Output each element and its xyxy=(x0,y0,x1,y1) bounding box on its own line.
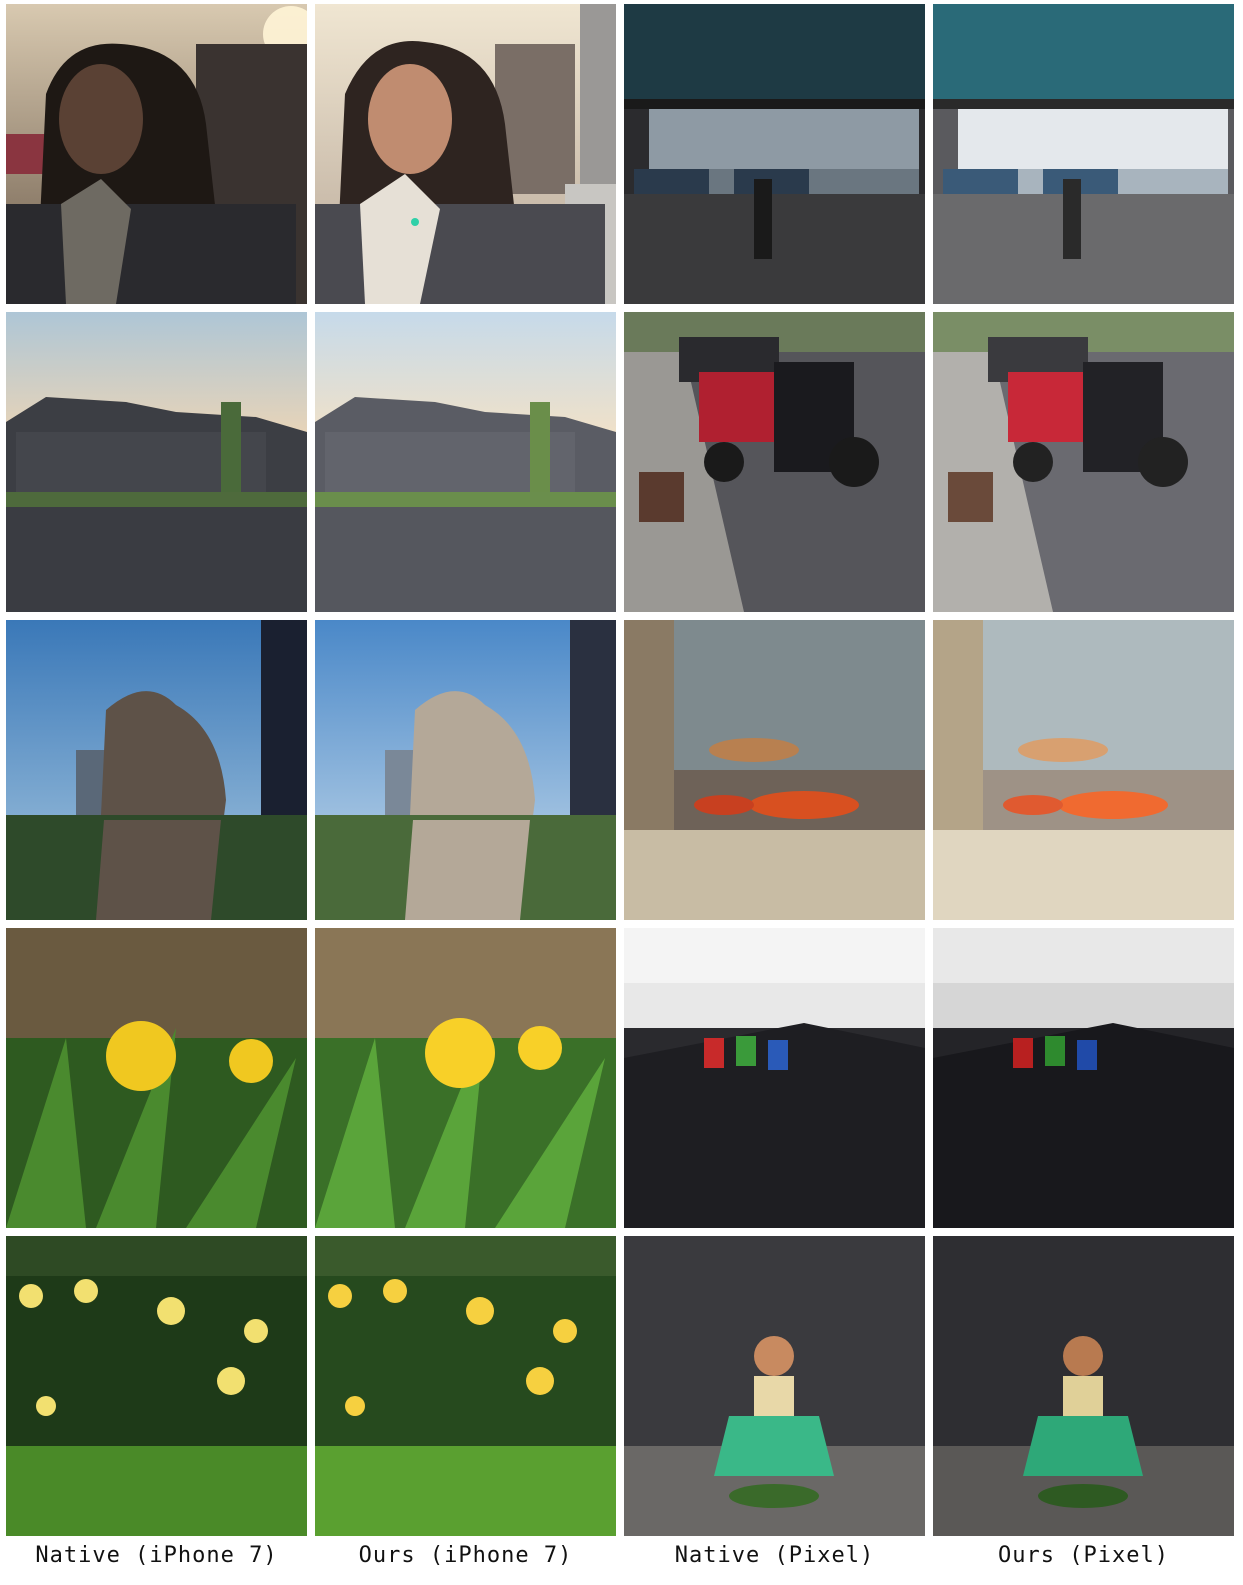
photo-hula-ours-pixel xyxy=(933,1236,1234,1536)
photo-portrait-native-iphone7 xyxy=(6,4,307,304)
portrait-woman-sunset-image xyxy=(6,4,307,304)
photo-motorcycle-native-pixel xyxy=(624,312,925,612)
column-label-native-pixel: Native (Pixel) xyxy=(674,1543,875,1568)
suburban-houses-street-image xyxy=(6,312,307,612)
column-label-native-iphone7: Native (iPhone 7) xyxy=(35,1543,278,1568)
photo-rock-native-iphone7 xyxy=(6,620,307,920)
hula-doll-figurine-image xyxy=(933,1236,1234,1536)
koi-aquarium-image xyxy=(624,620,925,920)
column-label-ours-pixel: Ours (Pixel) xyxy=(998,1543,1169,1568)
photo-koi-ours-pixel xyxy=(933,620,1234,920)
yellow-lily-flowers-image xyxy=(315,928,616,1228)
column-labels: Native (iPhone 7) Ours (iPhone 7) Native… xyxy=(6,1543,1242,1568)
photo-kiosk-ours-pixel xyxy=(933,4,1234,304)
photo-houses-native-iphone7 xyxy=(6,312,307,612)
photo-portrait-ours-iphone7 xyxy=(315,4,616,304)
motorcycle-street-image xyxy=(624,312,925,612)
photo-hula-native-pixel xyxy=(624,1236,925,1536)
soda-cans-computers-image xyxy=(624,928,925,1228)
engraved-rock-backlit-image xyxy=(315,620,616,920)
photo-koi-native-pixel xyxy=(624,620,925,920)
portrait-woman-sunset-image xyxy=(315,4,616,304)
photo-lily-native-iphone7 xyxy=(6,928,307,1228)
photo-lily-ours-iphone7 xyxy=(315,928,616,1228)
yellow-rose-bushes-image xyxy=(315,1236,616,1536)
soda-cans-computers-image xyxy=(933,928,1234,1228)
kiosk-window-hall-image xyxy=(933,4,1234,304)
suburban-houses-street-image xyxy=(315,312,616,612)
photo-cans-native-pixel xyxy=(624,928,925,1228)
kiosk-window-hall-image xyxy=(624,4,925,304)
column-label-ours-iphone7: Ours (iPhone 7) xyxy=(358,1543,573,1568)
motorcycle-street-image xyxy=(933,312,1234,612)
comparison-grid xyxy=(6,4,1242,1536)
photo-houses-ours-iphone7 xyxy=(315,312,616,612)
photo-cans-ours-pixel xyxy=(933,928,1234,1228)
yellow-rose-bushes-image xyxy=(6,1236,307,1536)
photo-motorcycle-ours-pixel xyxy=(933,312,1234,612)
engraved-rock-backlit-image xyxy=(6,620,307,920)
photo-rock-ours-iphone7 xyxy=(315,620,616,920)
koi-aquarium-image xyxy=(933,620,1234,920)
yellow-lily-flowers-image xyxy=(6,928,307,1228)
photo-roses-ours-iphone7 xyxy=(315,1236,616,1536)
hula-doll-figurine-image xyxy=(624,1236,925,1536)
photo-roses-native-iphone7 xyxy=(6,1236,307,1536)
photo-kiosk-native-pixel xyxy=(624,4,925,304)
